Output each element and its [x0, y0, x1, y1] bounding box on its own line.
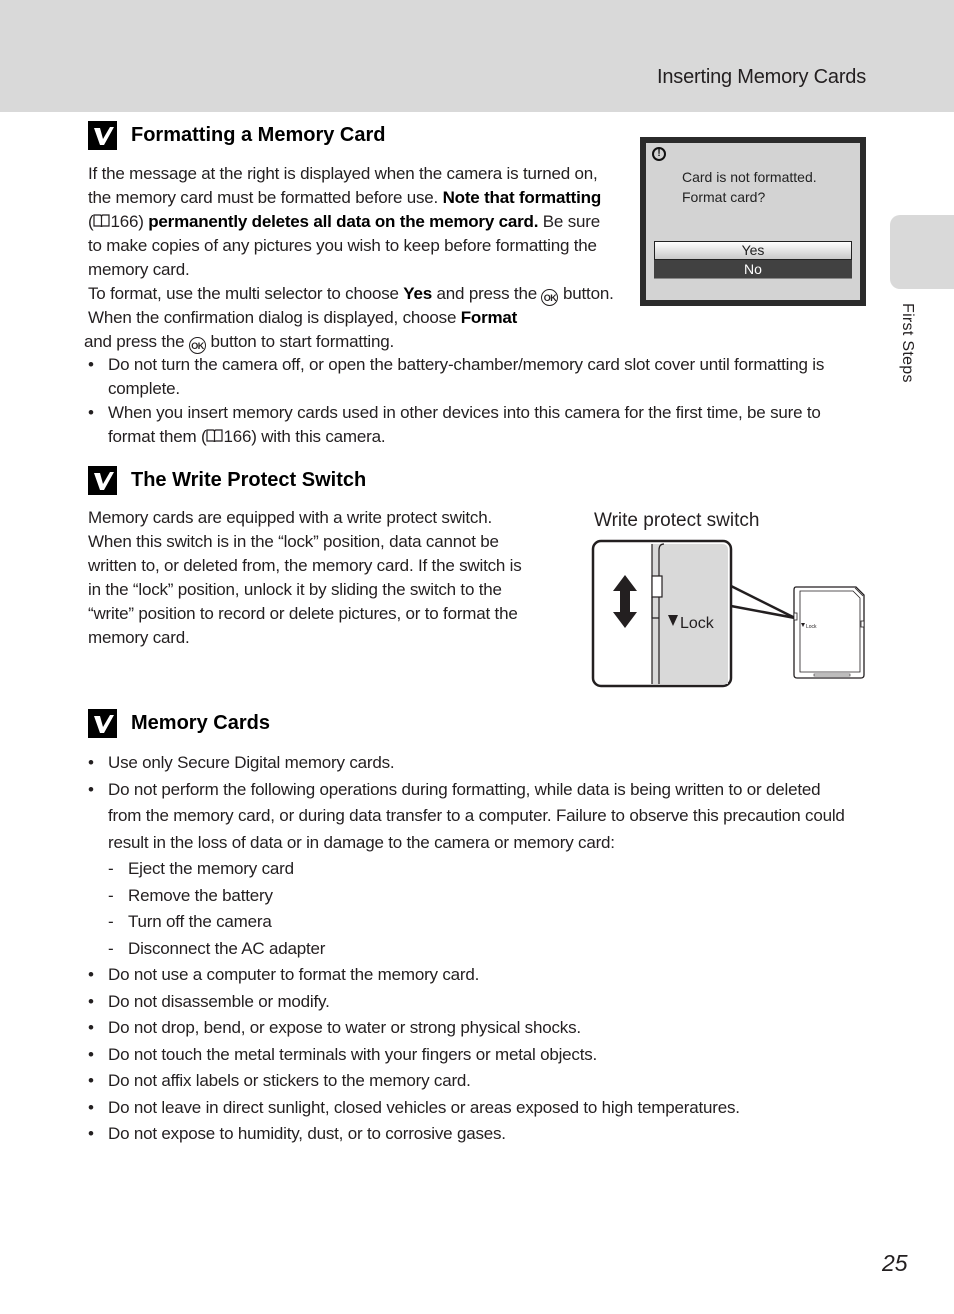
list-item: Do not affix labels or stickers to the m… — [88, 1068, 848, 1095]
section-heading-formatting: Formatting a Memory Card — [88, 121, 385, 150]
sd-card — [793, 586, 865, 679]
list-item: Use only Secure Digital memory cards. — [88, 750, 848, 777]
ok-button-icon: OK — [188, 337, 206, 354]
list-item: Do not expose to humidity, dust, or to c… — [88, 1121, 848, 1148]
list-item: Do not perform the following operations … — [88, 777, 848, 857]
text: button to start formatting. — [205, 332, 395, 351]
page-reference-link[interactable]: 166 — [110, 212, 138, 231]
page-reference-link[interactable]: 166 — [223, 427, 251, 446]
section-title: The Write Protect Switch — [131, 469, 367, 491]
camera-message: Card is not formatted. Format card? — [682, 167, 817, 207]
list-item: Do not use a computer to format the memo… — [88, 962, 848, 989]
camera-option-no: No — [654, 260, 852, 279]
sub-list-item: Turn off the camera — [108, 909, 848, 936]
page-number: 25 — [882, 1250, 908, 1276]
bold-text: Format — [460, 308, 518, 327]
ok-button-icon: OK — [541, 289, 559, 306]
warning-icon: ! — [652, 147, 666, 161]
list-item: When you insert memory cards used in oth… — [88, 401, 868, 449]
lock-label: Lock — [680, 615, 715, 632]
check-icon — [88, 466, 117, 495]
section-title: Memory Cards — [131, 712, 270, 734]
text: ) — [138, 212, 149, 231]
header-band — [0, 0, 954, 112]
text: and press the — [84, 332, 189, 351]
sub-list-item: Remove the battery — [108, 883, 848, 910]
card-edge — [652, 544, 728, 684]
book-icon — [93, 214, 111, 228]
bold-text: permanently deletes all data on the memo… — [148, 212, 539, 231]
camera-option-yes: Yes — [654, 241, 852, 260]
text: and press the — [432, 284, 542, 303]
book-icon — [206, 429, 224, 443]
figure-label: Write protect switch — [594, 510, 760, 531]
page-section-title: Inserting Memory Cards — [657, 66, 866, 88]
bold-text: Yes — [403, 284, 433, 303]
formatting-bullets: Do not turn the camera off, or open the … — [88, 353, 868, 449]
list-item: Do not disassemble or modify. — [88, 989, 848, 1016]
section-heading-write-protect: The Write Protect Switch — [88, 466, 366, 495]
list-item: Do not touch the metal terminals with yo… — [88, 1042, 848, 1069]
camera-message-line: Format card? — [682, 189, 766, 205]
list-item: Do not leave in direct sunlight, closed … — [88, 1095, 848, 1122]
side-tab-label: First Steps — [899, 303, 916, 383]
section-title: Formatting a Memory Card — [131, 124, 386, 146]
list-item: Do not turn the camera off, or open the … — [88, 353, 868, 401]
text: ) with this camera. — [251, 427, 386, 446]
formatting-paragraph-2: To format, use the multi selector to cho… — [84, 282, 616, 354]
section-heading-memory-cards: Memory Cards — [88, 709, 270, 738]
camera-screen-illustration: ! Card is not formatted. Format card? Ye… — [640, 137, 866, 306]
small-lock-label: Lock — [806, 624, 817, 630]
check-icon — [88, 121, 117, 150]
sub-list-item: Disconnect the AC adapter — [108, 936, 848, 963]
switch-slider — [651, 575, 663, 598]
write-protect-figure: Lock Lock — [591, 539, 865, 688]
camera-screen-display: ! Card is not formatted. Format card? Ye… — [646, 143, 860, 300]
sub-list-item: Eject the memory card — [108, 856, 848, 883]
formatting-paragraph-1: If the message at the right is displayed… — [88, 162, 610, 282]
write-protect-paragraph: Memory cards are equipped with a write p… — [88, 508, 522, 647]
check-icon — [88, 709, 117, 738]
memory-cards-list: Use only Secure Digital memory cards. Do… — [88, 750, 848, 1148]
list-item: Do not drop, bend, or expose to water or… — [88, 1015, 848, 1042]
side-tab — [890, 215, 954, 289]
camera-message-line: Card is not formatted. — [682, 169, 817, 185]
bold-text: Note that formatting — [442, 188, 602, 207]
text: To format, use the multi selector to cho… — [88, 284, 404, 303]
